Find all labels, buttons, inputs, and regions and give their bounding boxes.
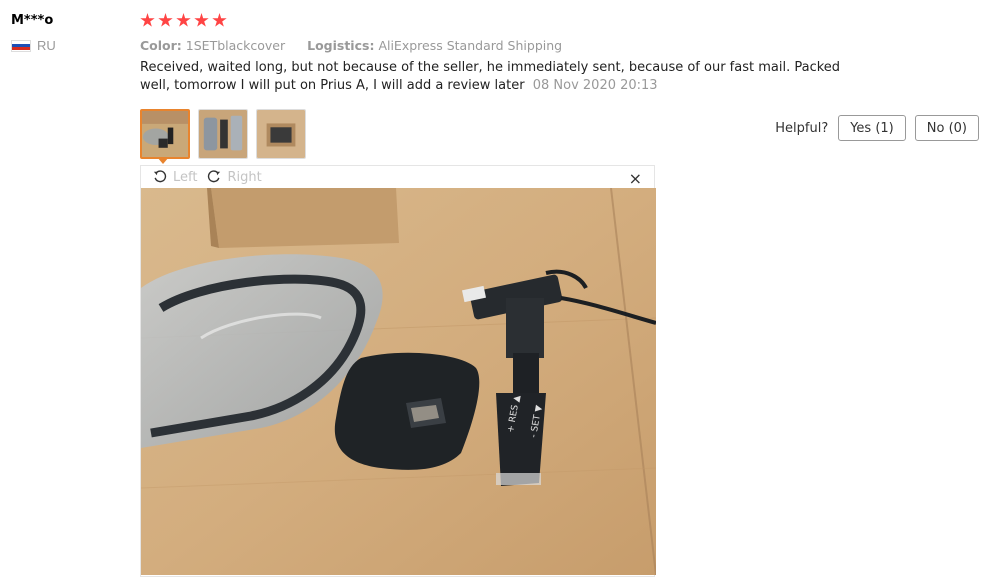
active-thumbnail-caret (157, 157, 169, 164)
color-value: 1SETblackcover (185, 38, 286, 53)
star-icon (176, 13, 191, 27)
rotate-right-button[interactable]: Right (207, 169, 262, 185)
country-code: RU (37, 38, 56, 53)
star-icon (212, 13, 227, 27)
color-label: Color: (140, 38, 182, 53)
reviewer-name: M***o (11, 13, 54, 28)
review-text: Received, waited long, but not because o… (140, 59, 860, 95)
logistics-value: AliExpress Standard Shipping (378, 38, 563, 53)
review-date: 08 Nov 2020 20:13 (532, 78, 658, 93)
thumbnail-1[interactable] (140, 109, 190, 159)
thumbnail-2[interactable] (198, 109, 248, 159)
review-thumbnails (140, 109, 306, 159)
rotate-right-icon (208, 170, 221, 183)
viewer-toolbar: Left Right × (141, 166, 654, 188)
reviewer-info: M***o RU (11, 13, 56, 53)
star-icon (194, 13, 209, 27)
thumbnail-3[interactable] (256, 109, 306, 159)
review-meta: Color: 1SETblackcover Logistics: AliExpr… (140, 38, 980, 53)
rotate-left-icon (153, 170, 167, 183)
star-rating (140, 13, 980, 31)
helpful-label: Helpful? (775, 120, 829, 136)
review-body: Color: 1SETblackcover Logistics: AliExpr… (140, 13, 980, 95)
star-icon (140, 13, 155, 27)
rotate-left-label: Left (173, 169, 198, 185)
helpful-box: Helpful? Yes (1) No (0) (775, 115, 979, 141)
star-icon (158, 13, 173, 27)
helpful-no-button[interactable]: No (0) (914, 115, 979, 141)
review-photo: + RES ▲ - SET ▼ (141, 188, 656, 575)
helpful-yes-button[interactable]: Yes (1) (838, 115, 906, 141)
rotate-left-button[interactable]: Left (153, 170, 197, 185)
review-content: Received, waited long, but not because o… (140, 60, 841, 93)
flag-icon (11, 39, 31, 52)
image-viewer: Left Right × + RES ▲ - SET ▼ (140, 165, 656, 577)
reviewer-country: RU (11, 38, 56, 53)
rotate-right-label: Right (227, 169, 262, 185)
logistics-label: Logistics: (307, 38, 375, 53)
close-icon[interactable]: × (629, 169, 642, 188)
